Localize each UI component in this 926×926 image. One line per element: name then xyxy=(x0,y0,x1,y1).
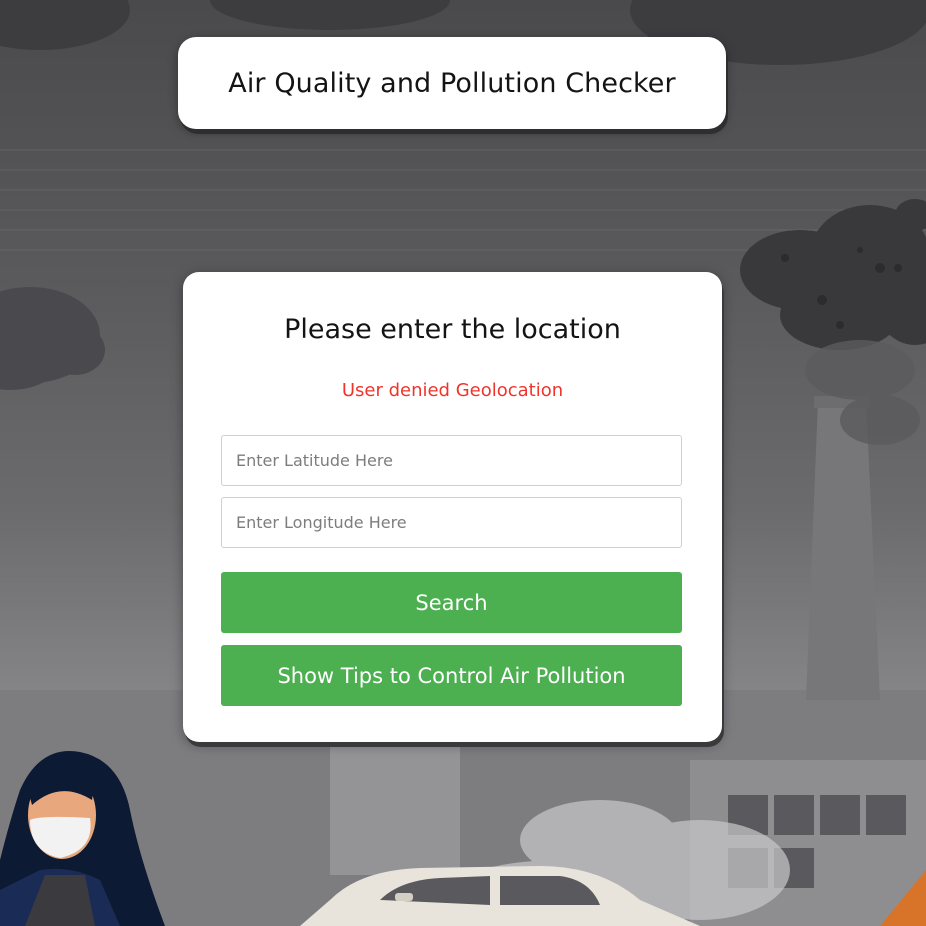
location-form-card: Please enter the location User denied Ge… xyxy=(183,272,722,742)
smoke-cloud-icon xyxy=(0,287,105,390)
form-heading: Please enter the location xyxy=(284,314,621,345)
show-tips-button[interactable]: Show Tips to Control Air Pollution xyxy=(221,645,682,706)
geolocation-error-message: User denied Geolocation xyxy=(341,380,564,401)
smoke-cloud-icon xyxy=(740,199,926,350)
latitude-input[interactable] xyxy=(221,435,682,486)
app-title-card: Air Quality and Pollution Checker xyxy=(178,37,726,129)
app-title: Air Quality and Pollution Checker xyxy=(228,67,676,99)
longitude-input[interactable] xyxy=(221,497,682,548)
search-button[interactable]: Search xyxy=(221,572,682,633)
